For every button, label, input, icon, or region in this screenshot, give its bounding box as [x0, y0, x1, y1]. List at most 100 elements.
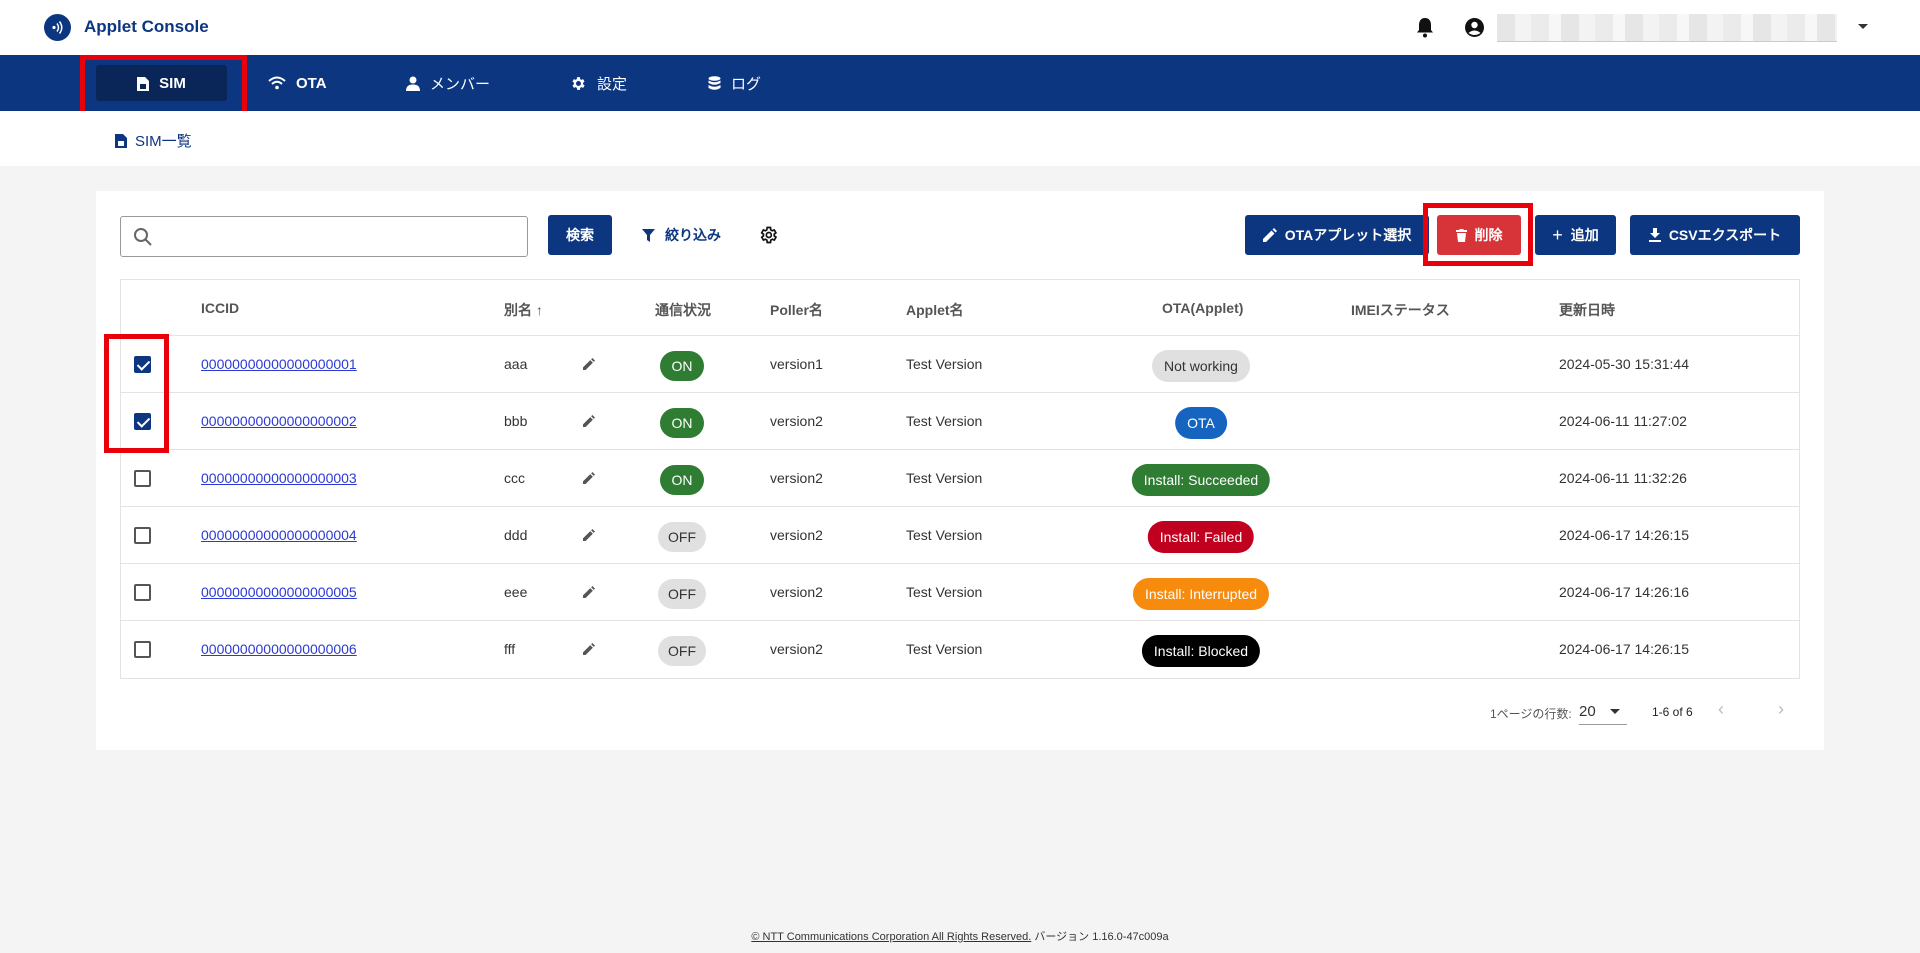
iccid-link[interactable]: 00000000000000000004	[201, 527, 357, 543]
download-icon	[1648, 228, 1661, 242]
iccid-link[interactable]: 00000000000000000001	[201, 356, 357, 372]
nav-item-label: OTA	[296, 74, 327, 92]
alias-text: bbb	[504, 413, 528, 429]
col-ota[interactable]: OTA(Applet)	[1162, 300, 1243, 316]
updated-at-text: 2024-06-17 14:26:15	[1559, 641, 1689, 657]
col-imei[interactable]: IMEIステータス	[1351, 300, 1450, 320]
gear-icon	[760, 226, 778, 244]
edit-alias-icon[interactable]	[583, 357, 595, 373]
rows-per-page-value: 20	[1579, 703, 1596, 720]
updated-at-text: 2024-06-17 14:26:16	[1559, 584, 1689, 600]
alias-text: ddd	[504, 527, 528, 543]
poller-text: version1	[770, 356, 823, 372]
status-badge: ON	[660, 408, 704, 438]
updated-at-text: 2024-06-11 11:27:02	[1559, 413, 1687, 429]
breadcrumb-bar: SIM一覧	[0, 111, 1920, 166]
wifi-icon	[268, 76, 286, 90]
pencil-icon	[1262, 228, 1277, 242]
table-row[interactable]: 00000000000000000002 bbb ON version2 Tes…	[121, 393, 1799, 450]
table-row[interactable]: 00000000000000000005 eee OFF version2 Te…	[121, 564, 1799, 621]
nav-item-ota[interactable]: OTA	[248, 65, 347, 101]
col-applet[interactable]: Applet名	[906, 300, 964, 320]
csv-export-label: CSVエクスポート	[1668, 227, 1782, 243]
nav-item-label: メンバー	[430, 75, 491, 93]
row-checkbox[interactable]	[134, 470, 151, 487]
iccid-link[interactable]: 00000000000000000006	[201, 641, 357, 657]
ota-status-badge: Install: Succeeded	[1131, 464, 1271, 496]
app-title: Applet Console	[84, 17, 209, 36]
ota-status-badge: Install: Failed	[1147, 521, 1255, 553]
alias-text: aaa	[504, 356, 528, 372]
poller-text: version2	[770, 584, 823, 600]
highlight-box	[1423, 203, 1533, 266]
nav-item-settings[interactable]: 設定	[550, 65, 647, 101]
next-page-icon[interactable]: ›	[1778, 699, 1784, 720]
copyright-link[interactable]: © NTT Communications Corporation All Rig…	[751, 931, 1031, 943]
search-button-label: 検索	[566, 227, 594, 243]
highlight-box	[104, 334, 169, 453]
nav-item-members[interactable]: メンバー	[386, 65, 510, 101]
search-input[interactable]	[165, 225, 515, 249]
status-badge: ON	[660, 351, 704, 381]
gear-icon	[572, 76, 585, 90]
iccid-link[interactable]: 00000000000000000005	[201, 584, 357, 600]
user-name-redacted[interactable]	[1497, 14, 1837, 42]
bell-icon[interactable]	[1415, 17, 1435, 43]
database-icon	[708, 75, 721, 90]
add-button[interactable]: + 追加	[1535, 215, 1616, 255]
row-checkbox[interactable]	[134, 584, 151, 601]
rows-per-page-select[interactable]: 20	[1579, 697, 1627, 725]
chevron-down-icon[interactable]	[1858, 24, 1868, 29]
app-logo	[44, 14, 71, 41]
edit-alias-icon[interactable]	[583, 642, 595, 658]
applet-text: Test Version	[906, 641, 983, 657]
sim-card-icon	[115, 134, 127, 148]
csv-export-button[interactable]: CSVエクスポート	[1630, 215, 1800, 255]
plus-icon: +	[1552, 224, 1563, 245]
col-poller[interactable]: Poller名	[770, 300, 823, 320]
nav-item-logs[interactable]: ログ	[688, 65, 781, 101]
filter-button[interactable]: 絞り込み	[642, 215, 721, 255]
account-icon[interactable]	[1464, 17, 1485, 43]
edit-alias-icon[interactable]	[583, 585, 595, 601]
poller-text: version2	[770, 641, 823, 657]
rows-per-page-label: 1ページの行数:	[1490, 707, 1572, 721]
table-row[interactable]: 00000000000000000003 ccc ON version2 Tes…	[121, 450, 1799, 507]
search-field[interactable]	[120, 216, 528, 257]
applet-text: Test Version	[906, 527, 983, 543]
col-alias[interactable]: 別名 ↑	[504, 300, 543, 320]
table-row[interactable]: 00000000000000000006 fff OFF version2 Te…	[121, 621, 1799, 678]
ota-applet-select-label: OTAアプレット選択	[1284, 227, 1412, 243]
alias-text: fff	[504, 641, 516, 657]
col-updated[interactable]: 更新日時	[1559, 300, 1615, 320]
status-badge: OFF	[658, 636, 706, 666]
edit-alias-icon[interactable]	[583, 414, 595, 430]
footer: © NTT Communications Corporation All Rig…	[0, 928, 1920, 944]
prev-page-icon[interactable]: ‹	[1718, 699, 1724, 720]
edit-alias-icon[interactable]	[583, 471, 595, 487]
row-checkbox[interactable]	[134, 527, 151, 544]
edit-alias-icon[interactable]	[583, 528, 595, 544]
top-header: Applet Console	[0, 0, 1920, 55]
breadcrumb-label: SIM一覧	[135, 133, 192, 150]
search-button[interactable]: 検索	[548, 215, 612, 255]
row-checkbox[interactable]	[134, 641, 151, 658]
ota-applet-select-button[interactable]: OTAアプレット選択	[1245, 215, 1429, 255]
col-status[interactable]: 通信状況	[655, 300, 711, 320]
ota-status-badge: OTA	[1175, 407, 1227, 439]
highlight-box	[80, 55, 247, 119]
iccid-link[interactable]: 00000000000000000002	[201, 413, 357, 429]
page-range: 1-6 of 6	[1652, 705, 1693, 719]
sort-arrow-up-icon: ↑	[535, 302, 543, 318]
search-icon	[134, 228, 152, 246]
breadcrumb[interactable]: SIM一覧	[115, 130, 192, 151]
table-row[interactable]: 00000000000000000004 ddd OFF version2 Te…	[121, 507, 1799, 564]
filter-label: 絞り込み	[665, 227, 721, 243]
version-text: バージョン 1.16.0-47c009a	[1034, 931, 1169, 943]
table-row[interactable]: 00000000000000000001 aaa ON version1 Tes…	[121, 336, 1799, 393]
poller-text: version2	[770, 527, 823, 543]
column-settings-button[interactable]	[758, 215, 778, 255]
iccid-link[interactable]: 00000000000000000003	[201, 470, 357, 486]
ota-status-badge: Install: Blocked	[1141, 635, 1261, 667]
col-iccid[interactable]: ICCID	[201, 300, 239, 316]
